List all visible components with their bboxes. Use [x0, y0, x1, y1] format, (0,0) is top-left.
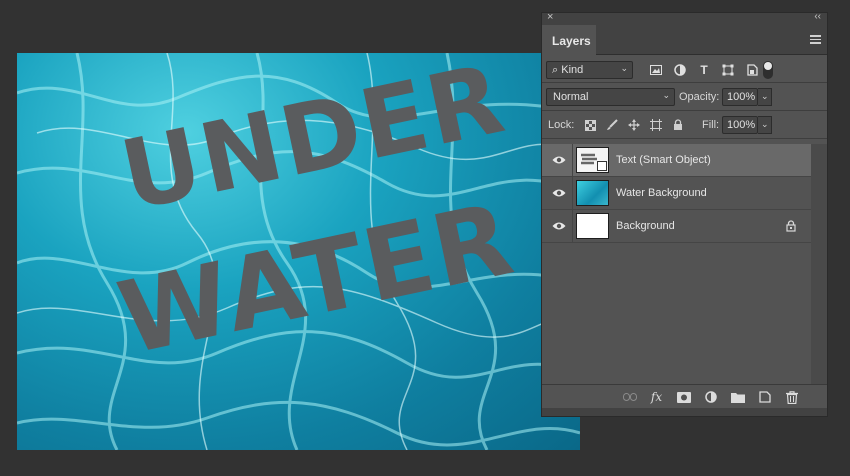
chevron-down-icon: ⌄ [620, 63, 628, 73]
layer-row-background[interactable]: Background [542, 210, 812, 243]
document-canvas[interactable]: UNDER WATER [17, 53, 580, 450]
panel-menu-icon[interactable] [810, 35, 821, 44]
close-icon[interactable]: × [547, 11, 553, 23]
layer-row-text[interactable]: Text (Smart Object) [542, 144, 812, 177]
blend-mode-select[interactable]: Normal ⌄ [546, 88, 675, 106]
opacity-label: Opacity: [679, 91, 720, 103]
lock-pixels-icon[interactable] [601, 118, 623, 132]
opacity-slider-button[interactable]: ⌄ [758, 88, 772, 106]
new-layer-icon[interactable] [751, 389, 778, 405]
lock-position-icon[interactable] [623, 118, 645, 132]
layers-panel: × ‹‹ Layers ⌕ Kind ⌄ T Normal ⌄ Opacity:… [541, 11, 828, 417]
lock-label: Lock: [548, 119, 575, 131]
layer-thumbnail [576, 213, 609, 239]
eye-icon[interactable] [552, 155, 566, 165]
smart-object-badge-icon [597, 161, 607, 171]
shape-filter-icon[interactable] [716, 63, 740, 77]
kind-label: Kind [561, 64, 584, 76]
panel-bottom-toolbar: fx [542, 384, 827, 408]
fill-slider-button[interactable]: ⌄ [758, 116, 772, 134]
eye-icon[interactable] [552, 188, 566, 198]
image-filter-icon[interactable] [644, 63, 668, 77]
folder-icon[interactable] [724, 389, 751, 405]
lock-all-icon[interactable] [667, 118, 689, 132]
layer-thumbnail [576, 147, 609, 173]
fx-icon[interactable]: fx [643, 389, 670, 405]
layer-name: Text (Smart Object) [616, 154, 711, 166]
type-filter-icon[interactable]: T [692, 63, 716, 77]
panel-title-bar: × ‹‹ [542, 11, 827, 25]
layer-lock-icon[interactable] [786, 220, 796, 235]
lock-artboard-icon[interactable] [645, 118, 667, 132]
tab-layers[interactable]: Layers [542, 25, 596, 55]
filter-row: ⌕ Kind ⌄ T [542, 55, 827, 83]
fill-input[interactable]: 100% [722, 116, 758, 134]
layer-name: Background [616, 220, 675, 232]
adjustment-filter-icon[interactable] [668, 63, 692, 77]
layer-name: Water Background [616, 187, 707, 199]
layers-list: Text (Smart Object) Water Background Bac… [542, 144, 812, 243]
link-icon[interactable] [616, 389, 643, 405]
kind-filter-select[interactable]: ⌕ Kind ⌄ [546, 61, 633, 79]
chevron-down-icon: ⌄ [662, 90, 670, 100]
fill-label: Fill: [702, 119, 720, 131]
mask-icon[interactable] [670, 389, 697, 405]
eye-icon[interactable] [552, 221, 566, 231]
blend-mode-value: Normal [553, 91, 589, 103]
panel-footer [542, 408, 827, 416]
layer-row-water-background[interactable]: Water Background [542, 177, 812, 210]
layer-thumbnail [576, 180, 609, 206]
search-icon: ⌕ [552, 64, 559, 76]
collapse-icon[interactable]: ‹‹ [814, 11, 821, 22]
trash-icon[interactable] [778, 389, 805, 405]
adjustment-layer-icon[interactable] [697, 389, 724, 405]
opacity-input[interactable]: 100% [722, 88, 758, 106]
layers-scrollbar[interactable] [811, 144, 827, 384]
blend-row: Normal ⌄ Opacity: 100% ⌄ [542, 83, 827, 111]
filter-toggle[interactable] [763, 61, 773, 79]
smart-object-filter-icon[interactable] [740, 63, 764, 77]
lock-row: Lock: Fill: 100% ⌄ [542, 111, 827, 139]
lock-transparency-icon[interactable] [579, 118, 601, 132]
panel-tab-bar: Layers [542, 25, 827, 55]
